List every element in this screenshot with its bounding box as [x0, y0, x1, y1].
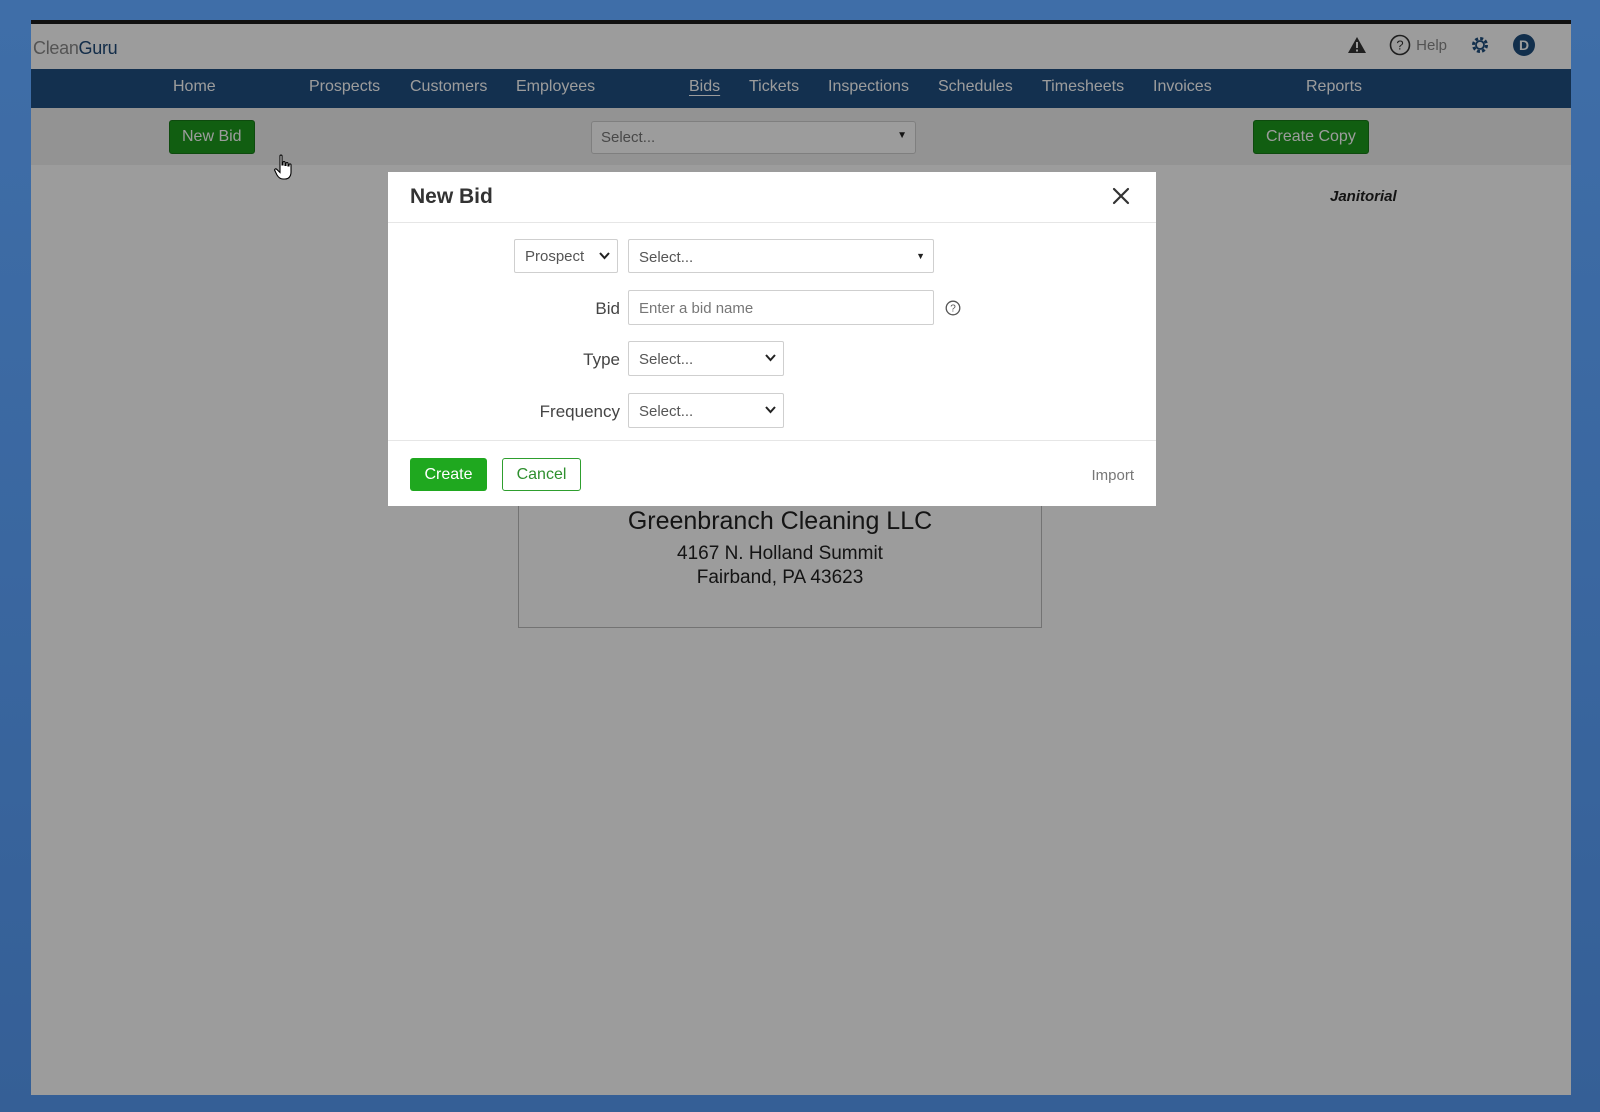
close-icon[interactable] [1110, 185, 1132, 207]
type-select[interactable]: Select... [628, 341, 784, 376]
cancel-button[interactable]: Cancel [502, 458, 581, 491]
type-select-value: Select... [639, 351, 694, 368]
svg-text:?: ? [950, 304, 956, 315]
bid-name-placeholder: Enter a bid name [639, 300, 754, 317]
frequency-select[interactable]: Select... [628, 393, 784, 428]
chevron-down-icon [599, 252, 610, 260]
dialog-header: New Bid [388, 172, 1156, 223]
import-link[interactable]: Import [1091, 467, 1134, 484]
frequency-select-value: Select... [639, 403, 694, 420]
bid-label: Bid [595, 299, 620, 318]
create-button[interactable]: Create [410, 458, 487, 491]
modal-backdrop[interactable]: New Bid Prospect Select... ▼ Bid Enter a… [31, 24, 1571, 1095]
dialog-title: New Bid [410, 185, 493, 208]
chevron-down-icon [765, 406, 776, 414]
dialog-body: Prospect Select... ▼ Bid Enter a bid nam… [388, 223, 1156, 439]
new-bid-dialog: New Bid Prospect Select... ▼ Bid Enter a… [388, 172, 1156, 506]
mouse-pointer-hand-icon [274, 154, 292, 180]
bid-name-input[interactable]: Enter a bid name [628, 290, 934, 325]
chevron-down-icon [765, 354, 776, 362]
source-type-select[interactable]: Prospect [514, 239, 618, 273]
source-select-value: Select... [639, 249, 694, 266]
source-select[interactable]: Select... ▼ [628, 239, 934, 273]
dialog-footer: Create Cancel Import [388, 440, 1156, 507]
type-label: Type [583, 350, 620, 369]
frequency-label: Frequency [539, 402, 620, 421]
app-window: CleanGuru ? Help D Home Prospects Custom… [31, 20, 1571, 1095]
help-question-icon[interactable]: ? [945, 300, 961, 316]
caret-down-icon: ▼ [916, 251, 925, 261]
source-type-value: Prospect [525, 248, 585, 265]
